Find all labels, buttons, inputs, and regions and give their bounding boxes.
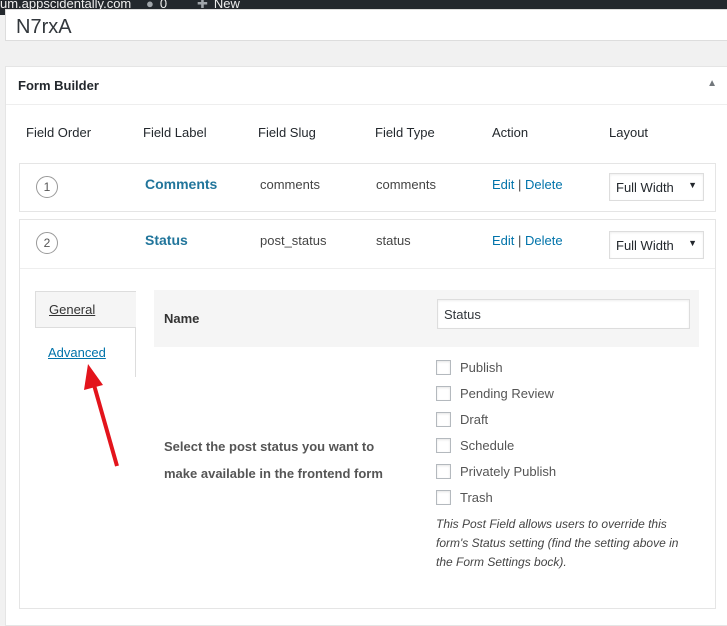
annotation-arrow-head <box>84 364 103 390</box>
annotation-arrow-line <box>92 384 119 467</box>
annotation-arrow <box>84 364 119 467</box>
